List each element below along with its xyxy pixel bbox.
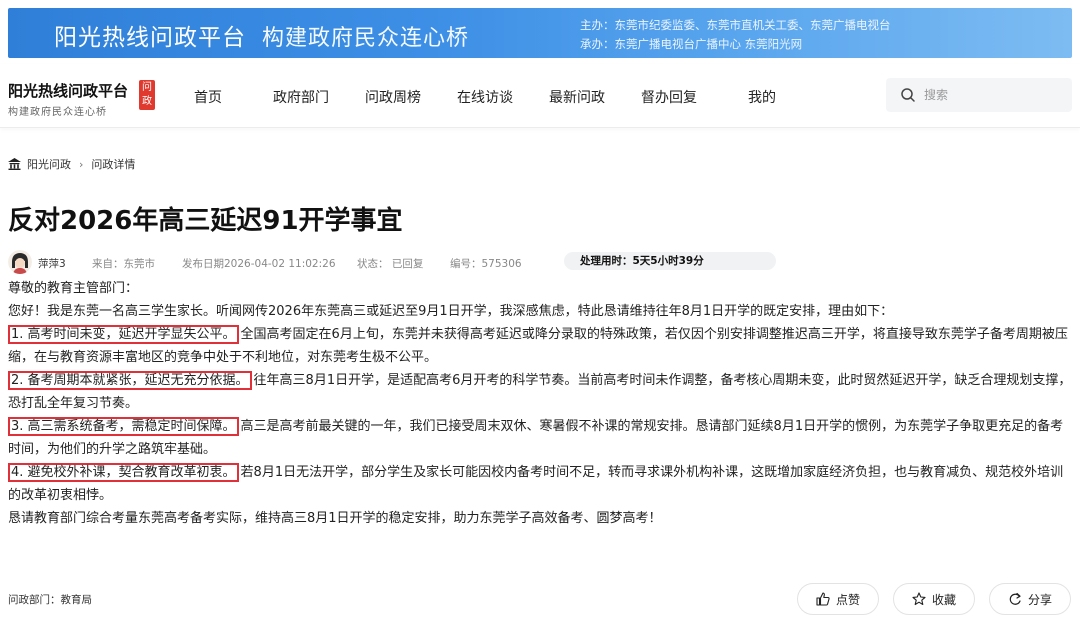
- nav-item-supervision[interactable]: 督办回复: [641, 87, 697, 107]
- banner-title: 阳光热线问政平台 构建政府民众连心桥: [54, 18, 469, 52]
- point-heading: 3. 高三需系统备考，需稳定时间保障。: [8, 417, 239, 436]
- share-label: 分享: [1027, 592, 1052, 607]
- search-box[interactable]: [886, 78, 1072, 112]
- nav-item-weekly-ranking[interactable]: 问政周榜: [365, 87, 421, 107]
- favorite-button[interactable]: 收藏: [893, 583, 975, 615]
- nav-item-mine[interactable]: 我的: [748, 87, 776, 107]
- post-greeting: 尊敬的教育主管部门：: [8, 281, 139, 296]
- post-intro: 您好！我是东莞一名高三学生家长。听闻网传2026年东莞高三或延迟至9月1日开学，…: [8, 304, 894, 319]
- post-source: 来自：东莞市: [92, 258, 155, 270]
- point-heading: 4. 避免校外补课，契合教育改革初衷。: [8, 463, 239, 482]
- point-heading: 1. 高考时间未变，延迟开学显失公平。: [8, 325, 239, 344]
- post-author[interactable]: 萍萍3: [38, 256, 66, 271]
- post-point: 4. 避免校外补课，契合教育改革初衷。 若8月1日无法开学，部分学生及家长可能因校…: [8, 461, 1072, 507]
- point-heading: 2. 备考周期本就紧张，延迟无充分依据。: [8, 371, 252, 390]
- share-button[interactable]: 分享: [989, 583, 1071, 615]
- avatar[interactable]: [8, 250, 32, 274]
- like-button[interactable]: 点赞: [797, 583, 879, 615]
- banner-sponsor: 主办：东莞市纪委监委、东莞市直机关工委、东莞广播电视台: [580, 18, 891, 32]
- nav-item-interviews[interactable]: 在线访谈: [457, 87, 513, 107]
- post-point: 2. 备考周期本就紧张，延迟无充分依据。 往年高三8月1日开学，是适配高考6月开考…: [8, 369, 1072, 415]
- post-status: 状态： 已回复: [357, 258, 424, 270]
- breadcrumb-separator: ›: [79, 157, 84, 171]
- post-department: 问政部门：教育局: [8, 594, 92, 606]
- star-icon: [912, 592, 926, 606]
- nav-item-departments[interactable]: 政府部门: [273, 87, 329, 107]
- banner-organizer: 承办：东莞广播电视台广播中心 东莞阳光网: [580, 37, 803, 51]
- page-title: 反对2026年高三延迟91开学事宜: [8, 206, 403, 236]
- top-banner: 阳光热线问政平台 构建政府民众连心桥 主办：东莞市纪委监委、东莞市直机关工委、东莞…: [8, 8, 1072, 58]
- logo-subtitle: 构建政府民众连心桥: [8, 107, 107, 118]
- logo-badge: 问政: [139, 80, 155, 110]
- like-label: 点赞: [835, 592, 860, 607]
- banner-title-main: 阳光热线问政平台: [54, 25, 246, 51]
- breadcrumb-home[interactable]: 阳光问政: [27, 156, 71, 172]
- post-meta: 萍萍3 来自：东莞市 发布日期2026-04-02 11:02:26 状态： 已…: [8, 250, 1072, 274]
- share-icon: [1009, 592, 1021, 605]
- post-content: 尊敬的教育主管部门： 您好！我是东莞一名高三学生家长。听闻网传2026年东莞高三…: [8, 277, 1072, 530]
- main-nav: 阳光热线问政平台 问政 构建政府民众连心桥 首页 政府部门 问政周榜 在线访谈 …: [0, 64, 1080, 128]
- search-icon: [901, 88, 915, 102]
- post-number: 编号：575306: [450, 258, 522, 270]
- avatar-icon: [8, 250, 32, 274]
- post-closing: 恳请教育部门综合考量东莞高考备考实际，维持高三8月1日开学的稳定安排，助力东莞学…: [8, 511, 662, 526]
- nav-item-latest[interactable]: 最新问政: [549, 87, 605, 107]
- nav-item-home[interactable]: 首页: [194, 87, 222, 107]
- process-time-badge: 处理用时：5天5小时39分: [564, 252, 776, 270]
- post-point: 1. 高考时间未变，延迟开学显失公平。 全国高考固定在6月上旬，东莞并未获得高考延…: [8, 323, 1072, 369]
- breadcrumb: 阳光问政 › 问政详情: [8, 156, 135, 172]
- logo-title: 阳光热线问政平台: [8, 82, 129, 100]
- post-date: 发布日期2026-04-02 11:02:26: [182, 258, 336, 270]
- site-logo[interactable]: 阳光热线问政平台 问政 构建政府民众连心桥: [8, 80, 155, 118]
- banner-subtitle: 构建政府民众连心桥: [262, 26, 470, 51]
- breadcrumb-current: 问政详情: [91, 158, 136, 171]
- search-input[interactable]: [924, 85, 1064, 105]
- home-icon: [8, 158, 21, 170]
- post-point: 3. 高三需系统备考，需稳定时间保障。 高三是高考前最关键的一年，我们已接受周末双…: [8, 415, 1072, 461]
- favorite-label: 收藏: [931, 592, 956, 607]
- thumbs-up-icon: [816, 592, 830, 606]
